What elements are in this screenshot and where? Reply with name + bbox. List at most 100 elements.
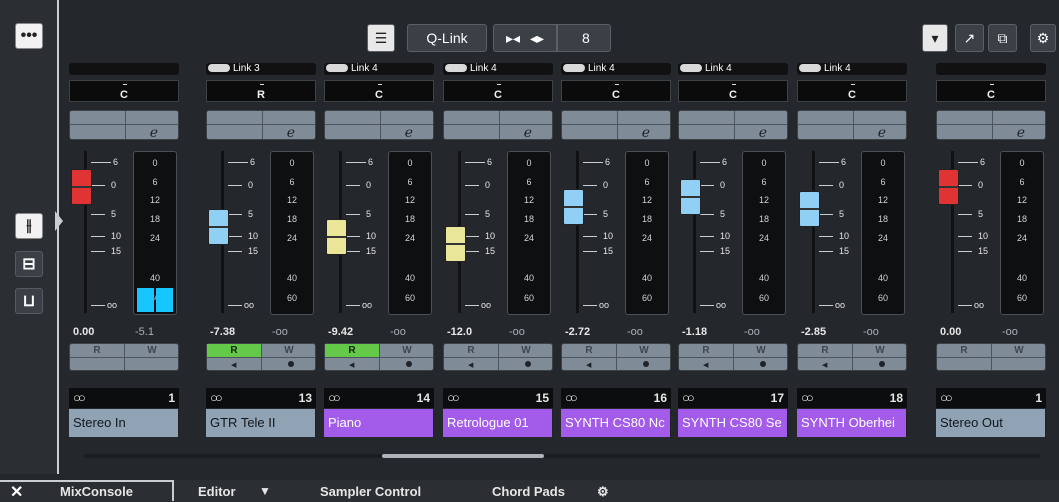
peak-value[interactable]: -oo — [1002, 326, 1018, 338]
fader[interactable]: 6 0 5 10 15 oo — [680, 151, 736, 313]
read-automation-button[interactable]: R — [679, 344, 733, 357]
volume-value[interactable]: -7.38 — [210, 326, 235, 338]
speaker-icon[interactable]: ◀ — [822, 361, 827, 369]
fader[interactable]: 6 0 5 10 15 oo — [799, 151, 855, 313]
volume-value[interactable]: -9.42 — [328, 326, 353, 338]
peak-value[interactable]: -oo — [627, 326, 643, 338]
fader-cap[interactable] — [680, 179, 701, 215]
fader-cap[interactable] — [71, 169, 92, 205]
speaker-icon[interactable]: ◀ — [468, 361, 473, 369]
link-group-bar[interactable]: Link 4 — [324, 63, 434, 75]
link-count[interactable]: 8 — [557, 24, 611, 52]
tab-mixconsole[interactable]: MixConsole — [60, 484, 133, 499]
link-group-bar[interactable] — [69, 63, 179, 75]
pan-control[interactable]: R — [206, 80, 316, 102]
horizontal-scrollbar[interactable] — [84, 454, 1040, 458]
insert-slots[interactable]: e — [206, 110, 316, 141]
insert-slots[interactable]: e — [936, 110, 1046, 141]
dropdown-icon[interactable]: ▾ — [922, 24, 948, 52]
peak-value[interactable]: -oo — [509, 326, 525, 338]
insert-slots[interactable]: e — [443, 110, 553, 141]
record-icon[interactable] — [406, 361, 412, 367]
stereo-link-icon[interactable]: ○○ — [801, 388, 814, 408]
pan-control[interactable]: C — [561, 80, 671, 102]
insert-slots[interactable]: e — [797, 110, 907, 141]
insert-slots[interactable]: e — [324, 110, 434, 141]
read-automation-button[interactable]: R — [444, 344, 498, 357]
fader-cap[interactable] — [208, 209, 229, 245]
channel-name[interactable]: SYNTH Oberhei — [797, 409, 907, 437]
pan-control[interactable]: C — [324, 80, 434, 102]
gear-icon[interactable]: ⚙ — [597, 484, 609, 500]
channel-name[interactable]: Stereo Out — [936, 409, 1046, 437]
gear-icon[interactable]: ⚙ — [1030, 24, 1056, 52]
volume-value[interactable]: -2.85 — [801, 326, 826, 338]
insert-slots[interactable]: e — [69, 110, 179, 141]
insert-slots[interactable]: e — [561, 110, 671, 141]
read-automation-button[interactable]: R — [798, 344, 852, 357]
read-automation-button[interactable]: R — [562, 344, 616, 357]
channel-name[interactable]: GTR Tele II — [206, 409, 316, 437]
fader-cap[interactable] — [445, 226, 466, 262]
pan-control[interactable]: C — [797, 80, 907, 102]
peak-value[interactable]: -oo — [863, 326, 879, 338]
write-automation-button[interactable]: W — [992, 344, 1046, 357]
fader[interactable]: 6 0 5 10 15 oo — [71, 151, 127, 313]
link-group-bar[interactable]: Link 4 — [797, 63, 907, 75]
stereo-link-icon[interactable]: ○○ — [73, 388, 86, 408]
close-icon[interactable]: ✕ — [10, 482, 23, 502]
fader[interactable]: 6 0 5 10 15 oo — [326, 151, 382, 313]
write-automation-button[interactable]: W — [734, 344, 788, 357]
volume-value[interactable]: -12.0 — [447, 326, 472, 338]
write-automation-button[interactable]: W — [617, 344, 671, 357]
tab-chord-pads[interactable]: Chord Pads — [492, 484, 565, 499]
write-automation-button[interactable]: W — [380, 344, 434, 357]
stereo-link-icon[interactable]: ○○ — [565, 388, 578, 408]
tab-editor[interactable]: Editor — [198, 484, 236, 499]
edit-insert-icon[interactable]: e — [287, 125, 295, 141]
stereo-link-icon[interactable]: ○○ — [328, 388, 341, 408]
routing-icon[interactable]: ⊟ — [15, 251, 43, 277]
record-icon[interactable] — [525, 361, 531, 367]
volume-value[interactable]: -2.72 — [565, 326, 590, 338]
peak-value[interactable]: -oo — [390, 326, 406, 338]
qlink-button[interactable]: Q-Link — [407, 24, 487, 52]
chevron-down-icon[interactable]: ▼ — [259, 484, 271, 498]
stereo-link-icon[interactable]: ○○ — [447, 388, 460, 408]
speaker-icon[interactable]: ◀ — [586, 361, 591, 369]
volume-value[interactable]: 0.00 — [940, 326, 961, 338]
stereo-link-icon[interactable]: ○○ — [940, 388, 953, 408]
speaker-icon[interactable]: ◀ — [231, 361, 236, 369]
peak-value[interactable]: -oo — [272, 326, 288, 338]
write-automation-button[interactable]: W — [499, 344, 553, 357]
stereo-link-icon[interactable]: ○○ — [682, 388, 695, 408]
edit-insert-icon[interactable]: e — [878, 125, 886, 141]
fader-cap[interactable] — [938, 169, 959, 205]
link-group-bar[interactable]: Link 3 — [206, 63, 316, 75]
fader-cap[interactable] — [799, 191, 820, 227]
link-channels-button[interactable]: ▸◂ ◂▸ — [493, 24, 557, 52]
channel-name[interactable]: Retrologue 01 — [443, 409, 553, 437]
link-group-bar[interactable]: Link 4 — [561, 63, 671, 75]
speaker-icon[interactable]: ◀ — [349, 361, 354, 369]
write-automation-button[interactable]: W — [125, 344, 179, 357]
peak-value[interactable]: -5.1 — [135, 326, 154, 338]
pan-control[interactable]: C — [69, 80, 179, 102]
edit-insert-icon[interactable]: e — [405, 125, 413, 141]
volume-value[interactable]: 0.00 — [73, 326, 94, 338]
speaker-icon[interactable]: ◀ — [703, 361, 708, 369]
pan-control[interactable]: C — [936, 80, 1046, 102]
edit-insert-icon[interactable]: e — [642, 125, 650, 141]
read-automation-button[interactable]: R — [207, 344, 261, 357]
edit-insert-icon[interactable]: e — [150, 125, 158, 141]
stereo-link-icon[interactable]: ○○ — [210, 388, 223, 408]
insert-slots[interactable]: e — [678, 110, 788, 141]
channel-name[interactable]: SYNTH CS80 Nc — [561, 409, 671, 437]
open-icon[interactable]: ↗ — [955, 24, 984, 52]
tab-sampler-control[interactable]: Sampler Control — [320, 484, 421, 499]
write-automation-button[interactable]: W — [853, 344, 907, 357]
rack-view-button[interactable]: ☰ — [367, 24, 395, 52]
channel-name[interactable]: SYNTH CS80 Se — [678, 409, 788, 437]
faders-icon[interactable]: ⫲ — [15, 213, 43, 239]
record-icon[interactable] — [288, 361, 294, 367]
